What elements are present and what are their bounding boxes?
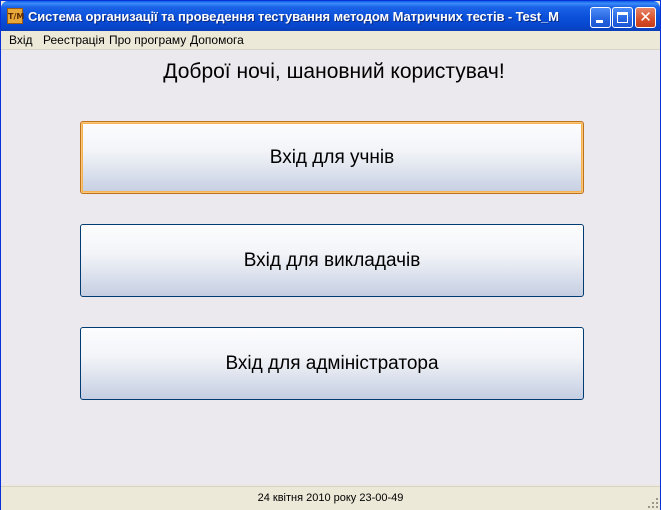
menu-item-login[interactable]: Вхід (9, 33, 33, 47)
admin-login-label: Вхід для адміністратора (225, 353, 439, 374)
close-icon: ✕ (639, 8, 652, 26)
title-bar[interactable]: T/M Система организації та проведення те… (1, 1, 660, 31)
teacher-login-label: Вхід для викладачів (243, 250, 421, 271)
menu-item-about[interactable]: Про програму (109, 33, 186, 47)
minimize-icon (596, 20, 603, 23)
status-datetime: 24 квітня 2010 року 23-00-49 (257, 492, 404, 504)
resize-grip-icon[interactable] (646, 496, 658, 508)
maximize-icon (617, 12, 628, 23)
status-bar: 24 квітня 2010 року 23-00-49 (1, 486, 660, 510)
teacher-login-button[interactable]: Вхід для викладачів (80, 224, 584, 297)
main-content: Доброї ночі, шановний користувач! Вхід д… (1, 50, 660, 485)
menu-item-help[interactable]: Допомога (190, 33, 244, 47)
minimize-button[interactable] (590, 7, 611, 28)
student-login-button[interactable]: Вхід для учнів (80, 121, 584, 194)
student-login-label: Вхід для учнів (269, 147, 395, 168)
menu-bar: Вхід Реестрація Про програму Допомога (1, 31, 660, 50)
app-window: T/M Система организації та проведення те… (0, 0, 661, 510)
close-button[interactable]: ✕ (635, 7, 656, 28)
app-icon[interactable]: T/M (7, 8, 24, 24)
maximize-button[interactable] (612, 7, 633, 28)
window-title: Система организації та проведення тестув… (28, 9, 559, 24)
admin-login-button[interactable]: Вхід для адміністратора (80, 327, 584, 400)
menu-item-registration[interactable]: Реестрація (43, 33, 105, 47)
greeting-text: Доброї ночі, шановний користувач! (163, 60, 505, 83)
